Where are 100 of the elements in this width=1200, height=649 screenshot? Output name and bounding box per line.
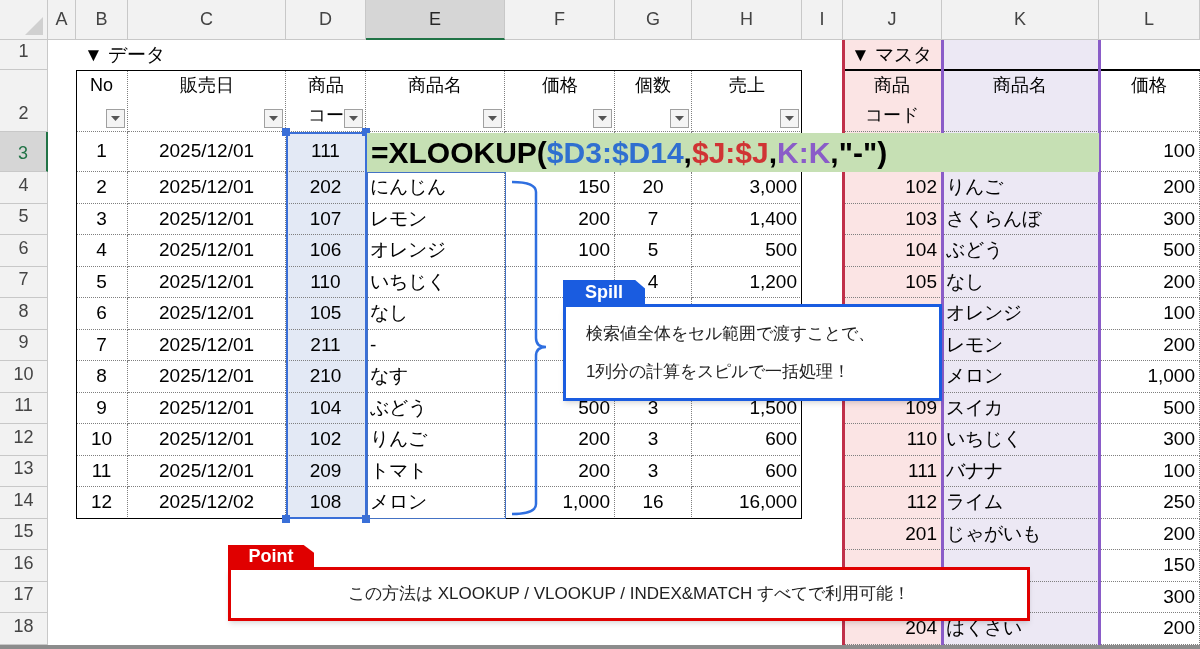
row-header[interactable]: 10 bbox=[0, 361, 48, 393]
row-header[interactable]: 15 bbox=[0, 518, 48, 550]
table-cell: ライム bbox=[942, 487, 1099, 519]
table-cell: 105 bbox=[286, 298, 366, 330]
table-cell: 8 bbox=[76, 361, 128, 393]
row-header[interactable]: 8 bbox=[0, 298, 48, 330]
section-title: ▼ マスタ bbox=[850, 42, 933, 67]
table-cell: 107 bbox=[286, 203, 366, 235]
dropdown-arrow-icon bbox=[675, 116, 684, 121]
table-cell: トマト bbox=[366, 455, 505, 487]
table-cell: 2025/12/01 bbox=[128, 329, 286, 361]
table-cell: 105 bbox=[843, 266, 942, 298]
column-header[interactable]: B bbox=[76, 0, 128, 40]
table-cell: 2025/12/01 bbox=[128, 235, 286, 267]
table-cell: 104 bbox=[286, 392, 366, 424]
row-header[interactable]: 2 bbox=[0, 70, 48, 132]
table-cell: 102 bbox=[843, 172, 942, 204]
column-header[interactable]: D bbox=[286, 0, 366, 40]
filter-button[interactable] bbox=[670, 109, 689, 128]
table-cell: 7 bbox=[76, 329, 128, 361]
table-cell: 1,400 bbox=[692, 203, 802, 235]
column-heading: 商品名 bbox=[993, 74, 1047, 97]
column-header[interactable]: L bbox=[1099, 0, 1200, 40]
table-cell: 110 bbox=[843, 424, 942, 456]
column-heading: No bbox=[90, 74, 113, 97]
table-cell: じゃがいも bbox=[942, 518, 1099, 550]
dropdown-arrow-icon bbox=[111, 116, 120, 121]
column-header[interactable]: C bbox=[128, 0, 286, 40]
row-header[interactable]: 11 bbox=[0, 392, 48, 424]
section-title: ▼ データ bbox=[83, 42, 166, 67]
row-header[interactable]: 13 bbox=[0, 455, 48, 487]
table-cell: 202 bbox=[286, 172, 366, 204]
table-cell: 111 bbox=[843, 455, 942, 487]
filter-button[interactable] bbox=[344, 109, 363, 128]
table-cell: レモン bbox=[366, 203, 505, 235]
column-header[interactable]: F bbox=[505, 0, 615, 40]
filter-button[interactable] bbox=[264, 109, 283, 128]
table-cell: 1 bbox=[76, 132, 128, 172]
selection-handle[interactable] bbox=[282, 515, 290, 523]
row-header[interactable]: 4 bbox=[0, 172, 48, 204]
table-cell: 2025/12/01 bbox=[128, 424, 286, 456]
table-cell: 102 bbox=[286, 424, 366, 456]
row-header[interactable]: 12 bbox=[0, 424, 48, 456]
filter-button[interactable] bbox=[483, 109, 502, 128]
table-cell: 16,000 bbox=[692, 487, 802, 519]
row-header[interactable]: 7 bbox=[0, 266, 48, 298]
table-cell: 600 bbox=[692, 455, 802, 487]
row-header[interactable]: 5 bbox=[0, 203, 48, 235]
callout-text: この方法は XLOOKUP / VLOOKUP / INDEX&MATCH すべてで利用可能！ bbox=[348, 583, 910, 606]
table-cell: 2 bbox=[76, 172, 128, 204]
table-cell: 200 bbox=[505, 424, 615, 456]
table-cell: 2025/12/01 bbox=[128, 203, 286, 235]
row-header[interactable]: 16 bbox=[0, 550, 48, 582]
row-header[interactable]: 18 bbox=[0, 613, 48, 645]
table-cell: 106 bbox=[286, 235, 366, 267]
table-cell: なし bbox=[366, 298, 505, 330]
row-header[interactable]: 14 bbox=[0, 487, 48, 519]
table-cell: いちじく bbox=[942, 424, 1099, 456]
table-cell: 3 bbox=[615, 455, 692, 487]
table-cell: 9 bbox=[76, 392, 128, 424]
table-cell: 2025/12/01 bbox=[128, 172, 286, 204]
row-header[interactable]: 1 bbox=[0, 40, 48, 70]
table-cell: 112 bbox=[843, 487, 942, 519]
dropdown-arrow-icon bbox=[488, 116, 497, 121]
column-header[interactable]: G bbox=[615, 0, 692, 40]
column-header[interactable]: J bbox=[843, 0, 942, 40]
row-header[interactable]: 3 bbox=[0, 132, 48, 172]
row-header[interactable]: 17 bbox=[0, 581, 48, 613]
table-cell: りんご bbox=[366, 424, 505, 456]
table-cell: オレンジ bbox=[942, 298, 1099, 330]
table-cell: 100 bbox=[505, 235, 615, 267]
filter-button[interactable] bbox=[780, 109, 799, 128]
table-cell: 104 bbox=[843, 235, 942, 267]
column-header[interactable]: E bbox=[366, 0, 505, 40]
column-header[interactable]: K bbox=[942, 0, 1099, 40]
table-cell: 10 bbox=[76, 424, 128, 456]
table-cell: 1,200 bbox=[692, 266, 802, 298]
column-header[interactable]: H bbox=[692, 0, 802, 40]
filter-button[interactable] bbox=[593, 109, 612, 128]
filter-button[interactable] bbox=[106, 109, 125, 128]
table-cell: メロン bbox=[942, 361, 1099, 393]
table-cell: 4 bbox=[76, 235, 128, 267]
column-header[interactable]: I bbox=[802, 0, 843, 40]
table-cell: 200 bbox=[505, 455, 615, 487]
selection-handle[interactable] bbox=[362, 515, 370, 523]
table-cell: 2025/12/01 bbox=[128, 455, 286, 487]
table-cell: 16 bbox=[615, 487, 692, 519]
column-heading: 売上 bbox=[728, 74, 765, 97]
dropdown-arrow-icon bbox=[269, 116, 278, 121]
table-cell: 210 bbox=[286, 361, 366, 393]
callout-tag: Point bbox=[228, 545, 314, 567]
table-cell: 5 bbox=[615, 235, 692, 267]
row-header[interactable]: 9 bbox=[0, 329, 48, 361]
table-cell: 200 bbox=[505, 203, 615, 235]
table-cell: 111 bbox=[286, 132, 366, 172]
table-cell: 211 bbox=[286, 329, 366, 361]
row-header[interactable]: 6 bbox=[0, 235, 48, 267]
column-header[interactable]: A bbox=[48, 0, 76, 40]
selection-handle[interactable] bbox=[282, 128, 290, 136]
table-cell: 110 bbox=[286, 266, 366, 298]
